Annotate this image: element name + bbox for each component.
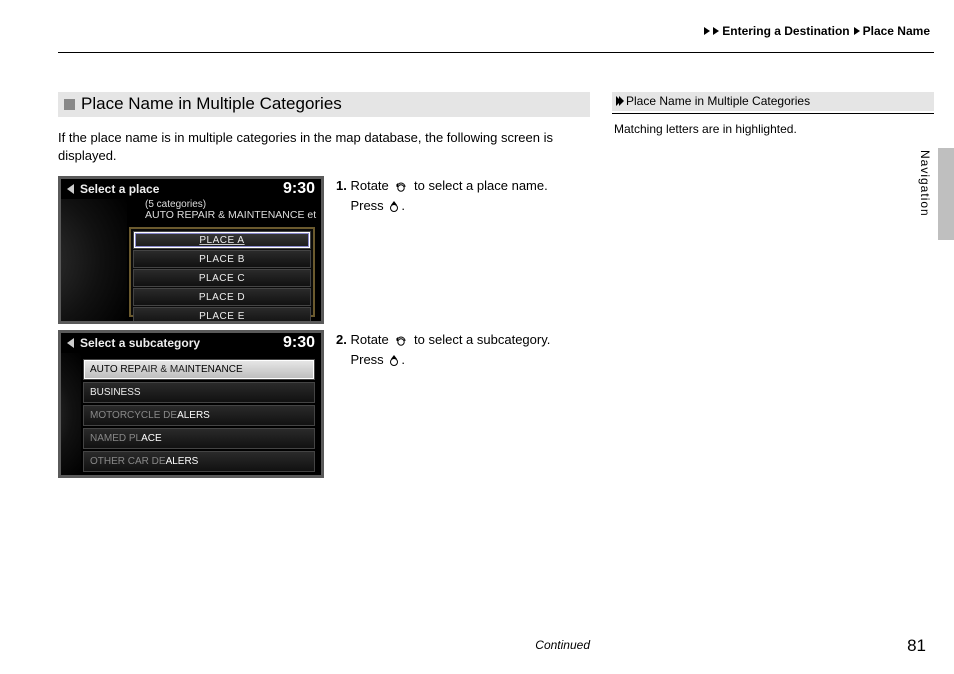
side-title-text: Place Name in Multiple Categories: [626, 94, 810, 108]
back-icon: [67, 338, 74, 348]
list-item: PLACE B: [133, 250, 311, 268]
header: Entering a Destination Place Name: [58, 24, 934, 53]
back-icon: [67, 184, 74, 194]
list-item: OTHER CAR DEALERS: [83, 451, 315, 472]
breadcrumb-arrow-icon: [713, 27, 719, 35]
shot2-time: 9:30: [283, 334, 315, 352]
section-tab: [938, 148, 954, 240]
breadcrumb-arrow-icon: [854, 27, 860, 35]
breadcrumb-arrow-icon: [704, 27, 710, 35]
section-title: Place Name in Multiple Categories: [58, 92, 590, 117]
shot2-list: AUTO REPAIR & MAINTENANCE BUSINESS MOTOR…: [83, 359, 315, 469]
shot2-title: Select a subcategory: [80, 336, 283, 350]
step-number: 2.: [336, 332, 347, 347]
side-column: Place Name in Multiple Categories Matchi…: [612, 92, 934, 626]
list-item: BUSINESS: [83, 382, 315, 403]
step-1: Select a place 9:30 (5 categories) AUTO …: [58, 176, 590, 324]
breadcrumb-level2: Place Name: [863, 24, 930, 38]
side-note: Matching letters are in highlighted.: [612, 122, 934, 136]
double-arrow-icon: [616, 96, 622, 106]
breadcrumb: Entering a Destination Place Name: [704, 24, 930, 38]
press-button-icon: [387, 199, 401, 213]
rotate-knob-icon: [392, 180, 410, 194]
shot1-title: Select a place: [80, 182, 283, 196]
side-divider: [612, 113, 934, 114]
main-column: Place Name in Multiple Categories If the…: [58, 92, 590, 626]
list-item: AUTO REPAIR & MAINTENANCE: [83, 359, 315, 380]
page-number: 81: [907, 636, 926, 656]
breadcrumb-level1: Entering a Destination: [722, 24, 849, 38]
step-2-text: 2. Rotate to select a subcategory. Press: [336, 330, 550, 478]
screenshot-select-place: Select a place 9:30 (5 categories) AUTO …: [58, 176, 324, 324]
list-item: PLACE A: [133, 231, 311, 249]
side-title: Place Name in Multiple Categories: [612, 92, 934, 111]
rotate-knob-icon: [392, 334, 410, 348]
section-title-text: Place Name in Multiple Categories: [81, 94, 342, 114]
shot1-time: 9:30: [283, 180, 315, 198]
step-2: Select a subcategory 9:30 AUTO REPAIR & …: [58, 330, 590, 478]
shot1-list: PLACE A PLACE B PLACE C PLACE D PLACE E: [129, 227, 315, 317]
list-item: NAMED PLACE: [83, 428, 315, 449]
list-item: PLACE E: [133, 307, 311, 324]
list-item: PLACE C: [133, 269, 311, 287]
square-bullet-icon: [64, 99, 75, 110]
list-item: PLACE D: [133, 288, 311, 306]
continued-label: Continued: [58, 638, 590, 652]
step-1-text: 1. Rotate to select a place name. Press: [336, 176, 548, 324]
press-button-icon: [387, 353, 401, 367]
step-number: 1.: [336, 178, 347, 193]
list-item: MOTORCYCLE DEALERS: [83, 405, 315, 426]
section-intro: If the place name is in multiple categor…: [58, 129, 590, 164]
screenshot-select-subcategory: Select a subcategory 9:30 AUTO REPAIR & …: [58, 330, 324, 478]
